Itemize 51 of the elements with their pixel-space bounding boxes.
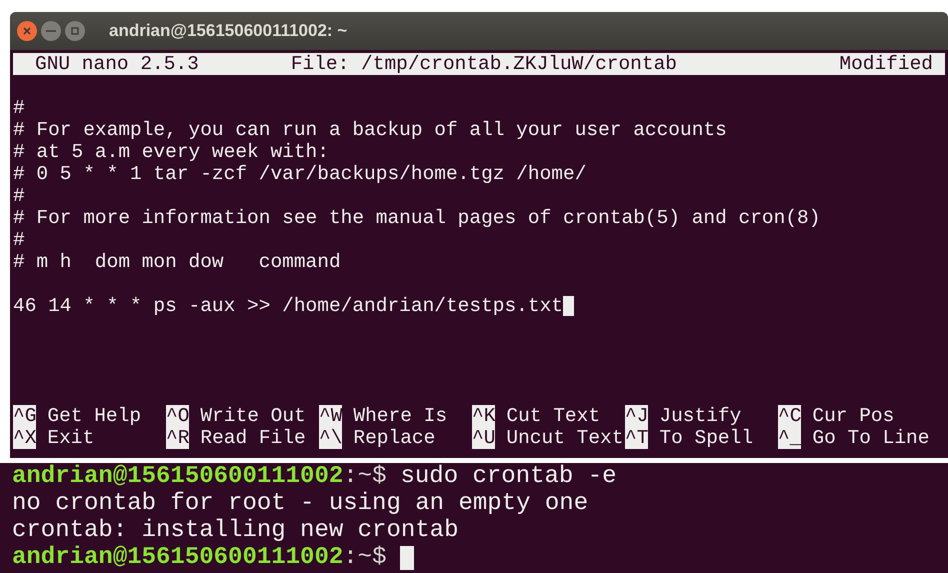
editor-line: # 0 5 * * 1 tar -zcf /var/backups/home.tgz /home/: [13, 163, 586, 185]
editor-line: 46 14 * * * ps -aux >> /home/andrian/testps.txt: [13, 295, 563, 317]
shortcut-key: ^O: [166, 405, 190, 427]
shortcut-label: Write Out: [200, 405, 306, 427]
window-title: andrian@156150600111002: ~: [109, 20, 348, 42]
shortcut-key: ^J: [625, 405, 648, 427]
shortcut-key: ^X: [13, 427, 36, 449]
shortcut-key: ^U: [472, 427, 496, 449]
shortcut-label: Replace: [353, 427, 436, 449]
shortcut-label: Read File: [200, 427, 306, 449]
text-cursor: [563, 296, 574, 316]
editor-line: #: [13, 97, 25, 119]
shortcut-label: Cur Pos: [812, 405, 894, 427]
prompt-path: :~$: [343, 544, 386, 571]
shortcut-key: ^\: [319, 427, 342, 449]
shortcut-label: Cut Text: [506, 405, 600, 427]
editor-line: #: [13, 229, 25, 251]
prompt-user-host: andrian@156150600111002: [12, 544, 344, 571]
maximize-button[interactable]: [65, 21, 85, 41]
shortcut-label: Justify: [659, 405, 742, 427]
shortcut-key: ^G: [13, 405, 36, 427]
prompt-user-host: andrian@156150600111002: [12, 463, 344, 490]
editor-line: #: [13, 185, 25, 207]
shortcut-key: ^W: [319, 405, 342, 427]
shortcut-key: ^_: [778, 427, 802, 449]
modified-status: Modified: [839, 53, 933, 75]
close-icon: [23, 27, 31, 35]
shortcut-label: Where Is: [353, 405, 448, 427]
shortcut-key: ^R: [166, 427, 190, 449]
editor-line: # For example, you can run a backup of all your user accounts: [13, 119, 727, 141]
output-line: no crontab for root - using an empty one: [12, 490, 588, 517]
shortcut-label: To Spell: [659, 427, 754, 449]
shortcut-key: ^C: [778, 405, 802, 427]
minimize-button[interactable]: [41, 21, 61, 41]
editor-line: # m h dom mon dow command: [13, 251, 341, 273]
shortcut-label: Go To Line: [812, 427, 930, 449]
shortcut-label: Uncut Text: [506, 427, 624, 449]
shortcut-label: Get Help: [47, 405, 142, 427]
maximize-icon: [71, 27, 79, 35]
editor-line: # For more information see the manual pages of crontab(5) and cron(8): [13, 207, 820, 229]
shortcut-label: Exit: [47, 427, 94, 449]
command-text: sudo crontab -e: [400, 463, 617, 490]
output-line: crontab: installing new crontab: [12, 517, 458, 544]
shortcut-key: ^T: [625, 427, 648, 449]
minimize-icon: [46, 30, 56, 32]
prompt-path: :~$: [343, 463, 386, 490]
nano-version: GNU nano 2.5.3: [35, 53, 199, 75]
close-button[interactable]: [17, 21, 37, 41]
file-name: File: /tmp/crontab.ZKJluW/crontab: [290, 53, 677, 75]
editor-line: # at 5 a.m every week with:: [13, 141, 329, 163]
shortcut-key: ^K: [472, 405, 496, 427]
